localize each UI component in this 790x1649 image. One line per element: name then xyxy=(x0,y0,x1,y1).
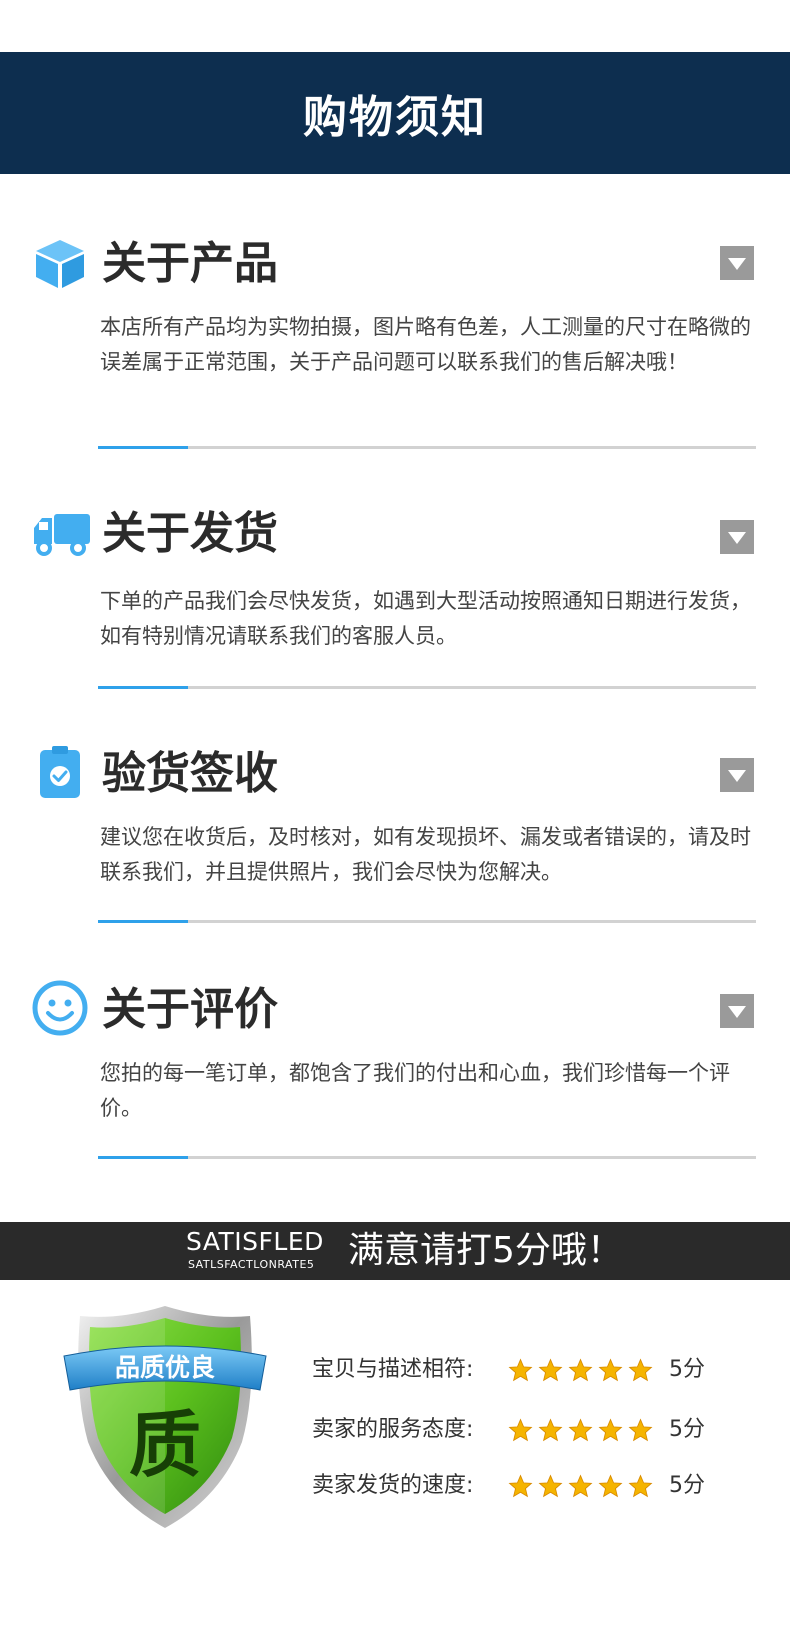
rating-score: 5分 xyxy=(669,1417,705,1442)
divider-accent xyxy=(98,1156,188,1159)
banner-english-subtitle: SATLSFACTLONRATE5 xyxy=(188,1258,315,1271)
rating-label: 宝贝与描述相符: xyxy=(312,1357,474,1382)
star-icon xyxy=(598,1474,623,1498)
star-icon xyxy=(538,1474,563,1498)
rating-label: 卖家发货的速度: xyxy=(312,1473,474,1498)
section-divider xyxy=(98,446,756,449)
page-title: 购物须知 xyxy=(303,92,487,143)
section-toggle-button[interactable] xyxy=(720,520,754,554)
section-toggle-button[interactable] xyxy=(720,758,754,792)
section-inspection: 验货签收 建议您在收货后，及时核对，如有发现损坏、漏发或者错误的，请及时联系我们… xyxy=(0,740,790,940)
truck-icon xyxy=(34,514,90,556)
star-icon xyxy=(628,1474,653,1498)
caret-down-icon xyxy=(728,258,746,270)
star-icon xyxy=(568,1474,593,1498)
divider-accent xyxy=(98,686,188,689)
star-icon xyxy=(508,1474,533,1498)
section-toggle-button[interactable] xyxy=(720,994,754,1028)
star-icon xyxy=(598,1418,623,1442)
divider-accent xyxy=(98,920,188,923)
section-title: 关于产品 xyxy=(102,238,278,289)
star-icon xyxy=(568,1418,593,1442)
section-body: 您拍的每一笔订单，都饱含了我们的付出和心血，我们珍惜每一个评价。 xyxy=(100,1061,730,1120)
section-reviews: 关于评价 您拍的每一笔订单，都饱含了我们的付出和心血，我们珍惜每一个评价。 xyxy=(0,976,790,1176)
box-icon xyxy=(36,240,84,288)
star-icon xyxy=(598,1358,623,1382)
section-body: 建议您在收货后，及时核对，如有发现损坏、漏发或者错误的，请及时联系我们，并且提供… xyxy=(100,825,751,884)
star-icon xyxy=(568,1358,593,1382)
rating-score: 5分 xyxy=(669,1473,705,1498)
section-product: 关于产品 本店所有产品均为实物拍摄，图片略有色差，人工测量的尺寸在略微的误差属于… xyxy=(0,230,790,450)
rating-label: 卖家的服务态度: xyxy=(312,1417,474,1442)
section-divider xyxy=(98,920,756,923)
star-icon xyxy=(628,1418,653,1442)
section-toggle-button[interactable] xyxy=(720,246,754,280)
section-title: 关于评价 xyxy=(102,984,278,1035)
quality-shield-icon: 品质优良 质 xyxy=(63,1306,267,1528)
rating-score: 5分 xyxy=(669,1357,705,1382)
section-shipping: 关于发货 下单的产品我们会尽快发货，如遇到大型活动按照通知日期进行发货，如有特别… xyxy=(0,500,790,700)
section-body: 本店所有产品均为实物拍摄，图片略有色差，人工测量的尺寸在略微的误差属于正常范围，… xyxy=(100,315,751,374)
clipboard-check-icon xyxy=(40,746,80,798)
rating-row: 卖家的服务态度: 5分 xyxy=(312,1412,732,1448)
rating-row: 宝贝与描述相符: 5分 xyxy=(312,1352,732,1388)
section-title: 关于发货 xyxy=(102,508,278,559)
banner-chinese-title: 满意请打5分哦！ xyxy=(348,1230,623,1271)
page-header: 购物须知 xyxy=(0,52,790,174)
star-rating xyxy=(508,1358,653,1384)
smiley-icon xyxy=(32,980,88,1036)
shield-ribbon-text: 品质优良 xyxy=(115,1353,215,1382)
section-divider xyxy=(98,686,756,689)
section-divider xyxy=(98,1156,756,1159)
banner-english-title: SATISFLED xyxy=(186,1227,324,1256)
shield-center-char: 质 xyxy=(129,1402,201,1487)
star-rating xyxy=(508,1474,653,1500)
star-icon xyxy=(508,1418,533,1442)
star-icon xyxy=(628,1358,653,1382)
divider-accent xyxy=(98,446,188,449)
caret-down-icon xyxy=(728,1006,746,1018)
star-icon xyxy=(538,1358,563,1382)
section-body: 下单的产品我们会尽快发货，如遇到大型活动按照通知日期进行发货，如有特别情况请联系… xyxy=(100,589,751,648)
star-icon xyxy=(538,1418,563,1442)
rating-row: 卖家发货的速度: 5分 xyxy=(312,1468,732,1504)
satisfaction-banner: SATISFLED SATLSFACTLONRATE5 满意请打5分哦！ xyxy=(0,1222,790,1280)
caret-down-icon xyxy=(728,770,746,782)
star-rating xyxy=(508,1418,653,1444)
section-title: 验货签收 xyxy=(102,748,278,799)
star-icon xyxy=(508,1358,533,1382)
caret-down-icon xyxy=(728,532,746,544)
